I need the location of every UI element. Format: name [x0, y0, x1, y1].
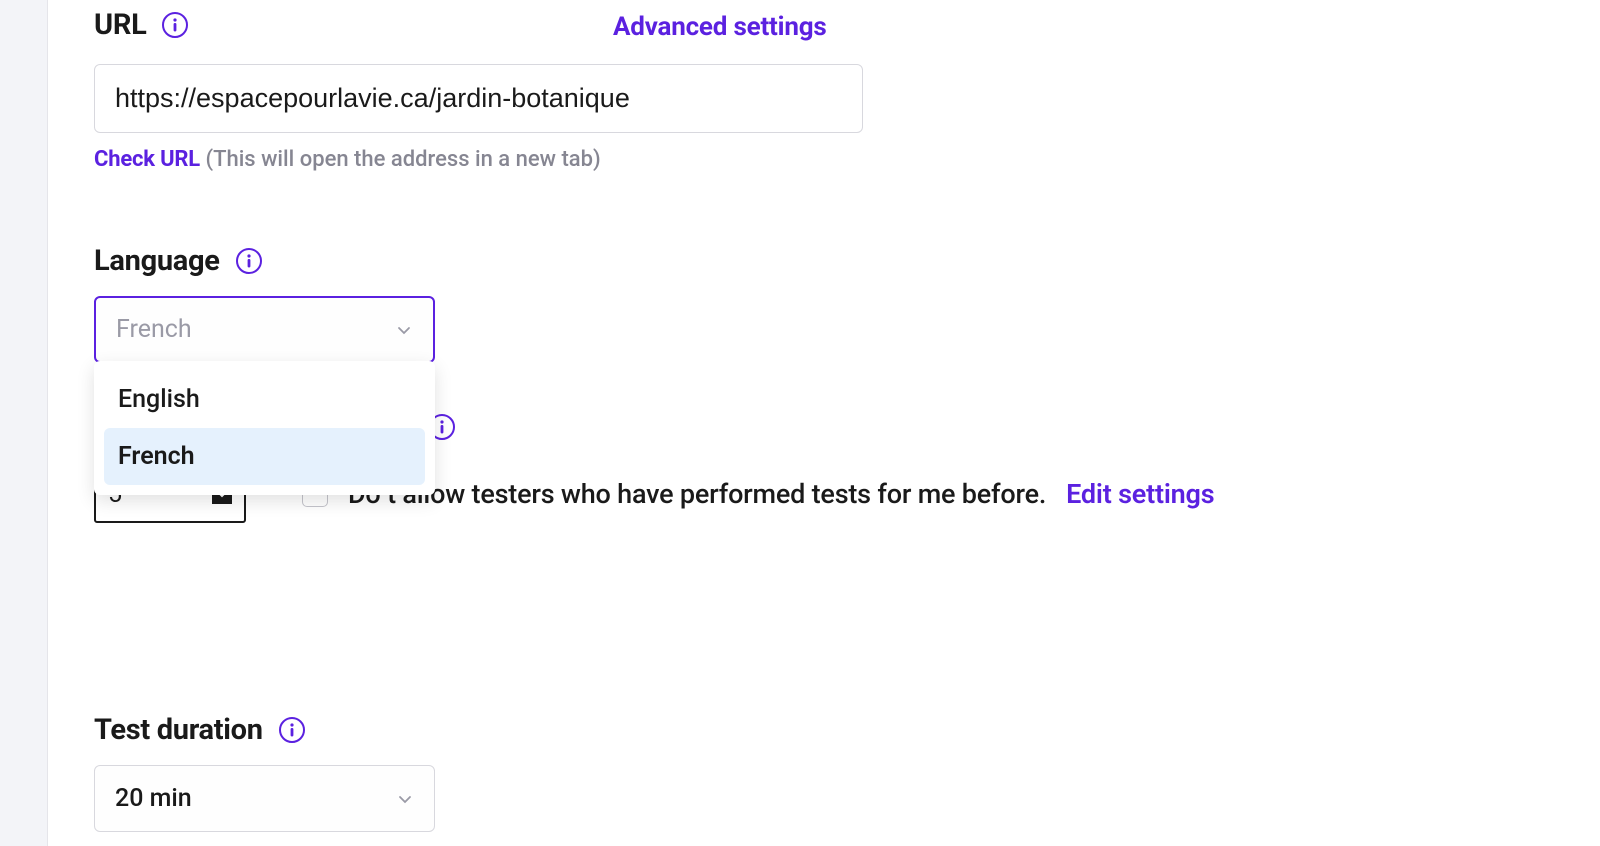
duration-select[interactable]: 20 min	[94, 765, 435, 832]
url-section: URL Advanced settings Check URL (This wi…	[94, 8, 1554, 172]
language-select[interactable]: French	[94, 296, 435, 363]
language-option-french[interactable]: French	[104, 428, 425, 485]
language-option-english[interactable]: English	[104, 371, 425, 428]
sidebar-edge	[0, 0, 48, 846]
info-icon[interactable]	[236, 248, 262, 274]
check-url-row: Check URL (This will open the address in…	[94, 147, 1554, 172]
testers-restriction-text: Do t allow testers who have performed te…	[348, 478, 1046, 510]
info-icon[interactable]	[279, 717, 305, 743]
info-icon[interactable]	[162, 12, 188, 38]
duration-section: Test duration 20 min	[94, 713, 1554, 832]
duration-label: Test duration	[94, 713, 263, 747]
chevron-down-icon	[395, 321, 413, 339]
language-label: Language	[94, 244, 220, 278]
edit-settings-link[interactable]: Edit settings	[1066, 478, 1214, 510]
main-content: URL Advanced settings Check URL (This wi…	[48, 0, 1600, 832]
language-section: Language 5 Do t al	[94, 244, 1554, 363]
url-label: URL	[94, 8, 146, 42]
language-dropdown-menu: English French	[94, 361, 435, 495]
check-url-link[interactable]: Check URL	[94, 147, 200, 172]
duration-label-row: Test duration	[94, 713, 1554, 747]
duration-selected-value: 20 min	[115, 784, 192, 813]
chevron-down-icon	[396, 790, 414, 808]
check-url-help-text: (This will open the address in a new tab…	[205, 147, 600, 172]
language-label-row: Language	[94, 244, 1554, 278]
url-input[interactable]	[94, 64, 863, 133]
advanced-settings-link[interactable]: Advanced settings	[613, 12, 827, 42]
language-selected-value: French	[116, 315, 192, 344]
